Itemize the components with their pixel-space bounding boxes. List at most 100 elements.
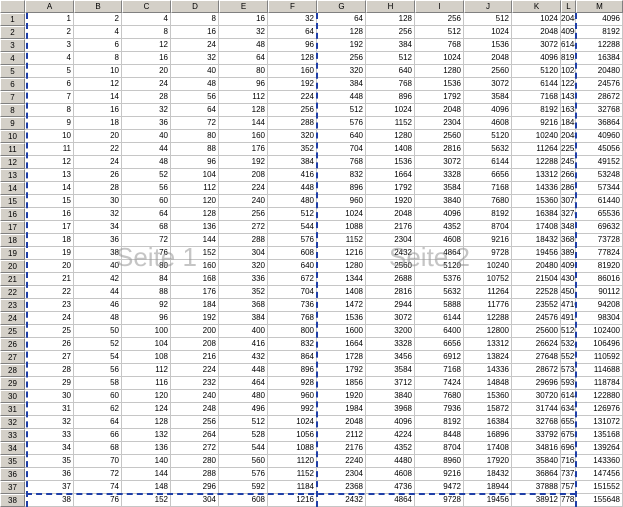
cell-g15[interactable]: 960 [317, 195, 366, 208]
cell-l32[interactable]: 65536 [561, 416, 576, 429]
cell-a13[interactable]: 13 [25, 169, 74, 182]
cell-c5[interactable]: 20 [122, 65, 171, 78]
cell-c25[interactable]: 100 [122, 325, 171, 338]
cell-h27[interactable]: 3456 [366, 351, 415, 364]
cell-d22[interactable]: 176 [171, 286, 219, 299]
cell-b15[interactable]: 30 [74, 195, 122, 208]
cell-a30[interactable]: 30 [25, 390, 74, 403]
cell-b30[interactable]: 60 [74, 390, 122, 403]
cell-m5[interactable]: 20480 [576, 65, 623, 78]
cell-l17[interactable]: 34816 [561, 221, 576, 234]
cell-a36[interactable]: 36 [25, 468, 74, 481]
cell-h30[interactable]: 3840 [366, 390, 415, 403]
cell-g8[interactable]: 512 [317, 104, 366, 117]
cell-j26[interactable]: 13312 [464, 338, 512, 351]
cell-e8[interactable]: 128 [219, 104, 268, 117]
cell-f24[interactable]: 768 [268, 312, 317, 325]
column-header-i[interactable]: I [415, 0, 464, 13]
cell-k12[interactable]: 12288 [512, 156, 561, 169]
cell-j1[interactable]: 512 [464, 13, 512, 26]
cell-l24[interactable]: 49152 [561, 312, 576, 325]
cell-l31[interactable]: 63488 [561, 403, 576, 416]
cell-i11[interactable]: 2816 [415, 143, 464, 156]
cell-b24[interactable]: 48 [74, 312, 122, 325]
cell-c30[interactable]: 120 [122, 390, 171, 403]
cell-e5[interactable]: 80 [219, 65, 268, 78]
cell-g7[interactable]: 448 [317, 91, 366, 104]
cell-b26[interactable]: 52 [74, 338, 122, 351]
cell-b32[interactable]: 64 [74, 416, 122, 429]
cell-k10[interactable]: 10240 [512, 130, 561, 143]
cell-h9[interactable]: 1152 [366, 117, 415, 130]
cell-d5[interactable]: 40 [171, 65, 219, 78]
cell-g4[interactable]: 256 [317, 52, 366, 65]
cell-g25[interactable]: 1600 [317, 325, 366, 338]
cell-f31[interactable]: 992 [268, 403, 317, 416]
cell-h35[interactable]: 4480 [366, 455, 415, 468]
cell-e30[interactable]: 480 [219, 390, 268, 403]
cell-j23[interactable]: 11776 [464, 299, 512, 312]
cell-c6[interactable]: 24 [122, 78, 171, 91]
cell-c7[interactable]: 28 [122, 91, 171, 104]
column-header-d[interactable]: D [171, 0, 219, 13]
cell-k2[interactable]: 2048 [512, 26, 561, 39]
cell-f2[interactable]: 64 [268, 26, 317, 39]
cell-j15[interactable]: 7680 [464, 195, 512, 208]
row-header-21[interactable]: 21 [0, 273, 25, 286]
cell-f34[interactable]: 1088 [268, 442, 317, 455]
cell-h26[interactable]: 3328 [366, 338, 415, 351]
cell-h36[interactable]: 4608 [366, 468, 415, 481]
cell-j6[interactable]: 3072 [464, 78, 512, 91]
cell-c18[interactable]: 72 [122, 234, 171, 247]
cell-l6[interactable]: 12288 [561, 78, 576, 91]
cell-h7[interactable]: 896 [366, 91, 415, 104]
cell-g9[interactable]: 576 [317, 117, 366, 130]
cell-j16[interactable]: 8192 [464, 208, 512, 221]
cell-a3[interactable]: 3 [25, 39, 74, 52]
cell-d4[interactable]: 32 [171, 52, 219, 65]
cell-g35[interactable]: 2240 [317, 455, 366, 468]
cell-d24[interactable]: 192 [171, 312, 219, 325]
cell-a18[interactable]: 18 [25, 234, 74, 247]
cell-e15[interactable]: 240 [219, 195, 268, 208]
cell-c12[interactable]: 48 [122, 156, 171, 169]
cell-i19[interactable]: 4864 [415, 247, 464, 260]
cell-j7[interactable]: 3584 [464, 91, 512, 104]
cell-f5[interactable]: 160 [268, 65, 317, 78]
spreadsheet-grid[interactable]: A B C D E F G H I J K L M 1 1 2 4 8 16 32 64 128 256 512 1024 204… [0, 0, 623, 507]
cell-d17[interactable]: 136 [171, 221, 219, 234]
cell-l35[interactable]: 71680 [561, 455, 576, 468]
cell-d33[interactable]: 264 [171, 429, 219, 442]
cell-e7[interactable]: 112 [219, 91, 268, 104]
cell-i6[interactable]: 1536 [415, 78, 464, 91]
cell-k30[interactable]: 30720 [512, 390, 561, 403]
cell-k24[interactable]: 24576 [512, 312, 561, 325]
cell-l29[interactable]: 59392 [561, 377, 576, 390]
cell-m25[interactable]: 102400 [576, 325, 623, 338]
cell-g1[interactable]: 64 [317, 13, 366, 26]
cell-h11[interactable]: 1408 [366, 143, 415, 156]
cell-h20[interactable]: 2560 [366, 260, 415, 273]
cell-f23[interactable]: 736 [268, 299, 317, 312]
cell-m36[interactable]: 147456 [576, 468, 623, 481]
cell-i22[interactable]: 5632 [415, 286, 464, 299]
cell-j35[interactable]: 17920 [464, 455, 512, 468]
cell-e13[interactable]: 208 [219, 169, 268, 182]
cell-h2[interactable]: 256 [366, 26, 415, 39]
cell-m34[interactable]: 139264 [576, 442, 623, 455]
cell-b19[interactable]: 38 [74, 247, 122, 260]
column-header-h[interactable]: H [366, 0, 415, 13]
cell-i31[interactable]: 7936 [415, 403, 464, 416]
cell-a10[interactable]: 10 [25, 130, 74, 143]
cell-l13[interactable]: 26624 [561, 169, 576, 182]
cell-c33[interactable]: 132 [122, 429, 171, 442]
cell-g32[interactable]: 2048 [317, 416, 366, 429]
cell-j27[interactable]: 13824 [464, 351, 512, 364]
cell-m22[interactable]: 90112 [576, 286, 623, 299]
cell-k34[interactable]: 34816 [512, 442, 561, 455]
cell-e25[interactable]: 400 [219, 325, 268, 338]
cell-d36[interactable]: 288 [171, 468, 219, 481]
cell-e18[interactable]: 288 [219, 234, 268, 247]
cell-b17[interactable]: 34 [74, 221, 122, 234]
cell-e10[interactable]: 160 [219, 130, 268, 143]
